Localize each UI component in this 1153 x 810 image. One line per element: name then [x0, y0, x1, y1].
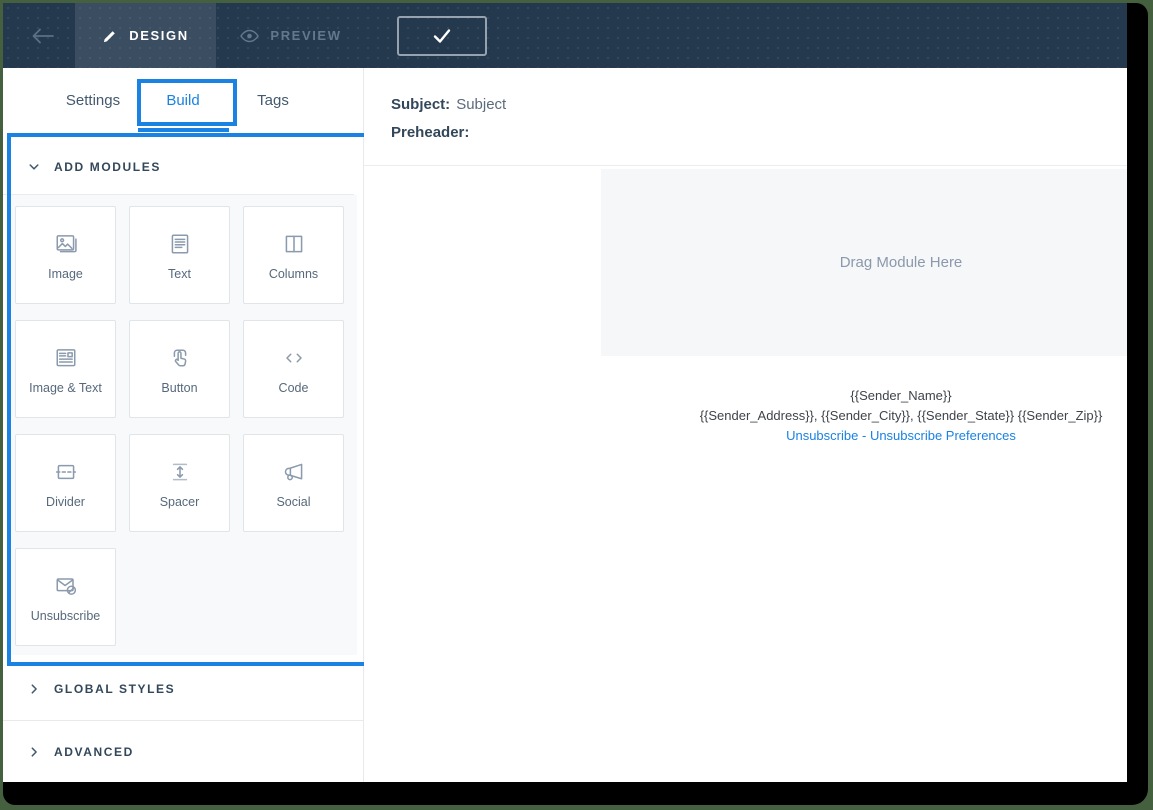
- pencil-icon: [104, 30, 116, 42]
- tab-preview[interactable]: PREVIEW: [216, 3, 366, 68]
- active-tab-underline: [138, 128, 229, 132]
- subject-value: Subject: [456, 96, 507, 113]
- section-add-modules-label: ADD MODULES: [54, 160, 161, 174]
- back-button[interactable]: [23, 3, 63, 68]
- code-icon: [285, 353, 302, 362]
- module-label: Spacer: [159, 494, 200, 509]
- section-global-styles-label: GLOBAL STYLES: [54, 682, 176, 696]
- spacer-icon: [172, 463, 187, 480]
- chevron-right-icon: [31, 746, 37, 757]
- section-advanced-label: ADVANCED: [54, 744, 134, 759]
- email-footer: {{Sender_Name}} {{Sender_Address}}, {{Se…: [601, 386, 1127, 446]
- module-card-button[interactable]: Button: [129, 320, 230, 418]
- section-global-styles[interactable]: GLOBAL STYLES: [3, 658, 363, 721]
- module-card-social[interactable]: Social: [243, 434, 344, 532]
- module-label: Text: [168, 266, 191, 281]
- header-divider: [364, 165, 1127, 166]
- drag-module-dropzone[interactable]: Drag Module Here: [601, 169, 1127, 356]
- unsubscribe-preferences-link[interactable]: Unsubscribe Preferences: [870, 428, 1016, 443]
- topbar: DESIGN PREVIEW: [3, 3, 1127, 68]
- image-text-icon: [55, 348, 76, 366]
- arrow-left-icon: [32, 28, 54, 43]
- footer-links: Unsubscribe - Unsubscribe Preferences: [601, 426, 1127, 446]
- module-label: Button: [161, 380, 198, 395]
- module-card-text[interactable]: Text: [129, 206, 230, 304]
- button-icon: [173, 349, 186, 366]
- sidebar-tab-settings[interactable]: Settings: [66, 92, 120, 109]
- divider-icon: [55, 464, 76, 479]
- module-card-spacer[interactable]: Spacer: [129, 434, 230, 532]
- columns-icon: [285, 235, 302, 252]
- module-card-code[interactable]: Code: [243, 320, 344, 418]
- sidebar-tab-tags[interactable]: Tags: [257, 92, 289, 109]
- sender-address-line: {{Sender_Address}}, {{Sender_City}}, {{S…: [699, 408, 1103, 423]
- subject-label: Subject:: [391, 96, 451, 113]
- module-card-columns[interactable]: Columns: [243, 206, 344, 304]
- module-label: Social: [276, 494, 311, 509]
- preheader-row: Preheader:: [391, 124, 475, 141]
- social-icon: [284, 463, 302, 480]
- image-icon: [55, 234, 77, 252]
- module-card-image[interactable]: Image: [15, 206, 116, 304]
- unsubscribe-link[interactable]: Unsubscribe: [786, 428, 858, 443]
- eye-icon: [240, 29, 260, 42]
- tab-preview-label: PREVIEW: [270, 28, 342, 43]
- confirm-button[interactable]: [397, 16, 487, 56]
- module-label: Columns: [268, 266, 319, 281]
- section-add-modules[interactable]: ADD MODULES: [3, 140, 354, 195]
- chevron-down-icon: [29, 164, 39, 170]
- preheader-label: Preheader:: [391, 124, 470, 141]
- sender-name: {{Sender_Name}}: [850, 388, 952, 403]
- sidebar-tab-build[interactable]: Build: [166, 92, 199, 109]
- module-card-divider[interactable]: Divider: [15, 434, 116, 532]
- email-editor-canvas: Subject: Subject Preheader: Drag Module H…: [364, 68, 1127, 782]
- module-label: Image: [48, 266, 83, 281]
- module-label: Code: [278, 380, 309, 395]
- tab-design-label: DESIGN: [129, 28, 189, 43]
- subject-row: Subject: Subject: [391, 96, 506, 113]
- tab-design[interactable]: DESIGN: [75, 3, 216, 68]
- module-card-image-text[interactable]: Image & Text: [15, 320, 116, 418]
- module-label: Unsubscribe: [30, 608, 101, 623]
- module-card-unsubscribe[interactable]: Unsubscribe: [15, 548, 116, 646]
- unsubscribe-icon: [55, 577, 76, 595]
- chevron-right-icon: [31, 684, 37, 694]
- link-separator: -: [861, 428, 867, 443]
- section-advanced[interactable]: ADVANCED: [3, 721, 363, 782]
- sidebar: Settings Build Tags ADD MODULES Image Te…: [3, 68, 364, 782]
- check-icon: [433, 29, 451, 43]
- module-label: Image & Text: [29, 380, 102, 395]
- module-label: Divider: [46, 494, 85, 509]
- drag-module-placeholder: Drag Module Here: [839, 254, 963, 271]
- text-icon: [171, 233, 188, 254]
- app-window: DESIGN PREVIEW Settings Build Tags ADD M…: [3, 3, 1127, 782]
